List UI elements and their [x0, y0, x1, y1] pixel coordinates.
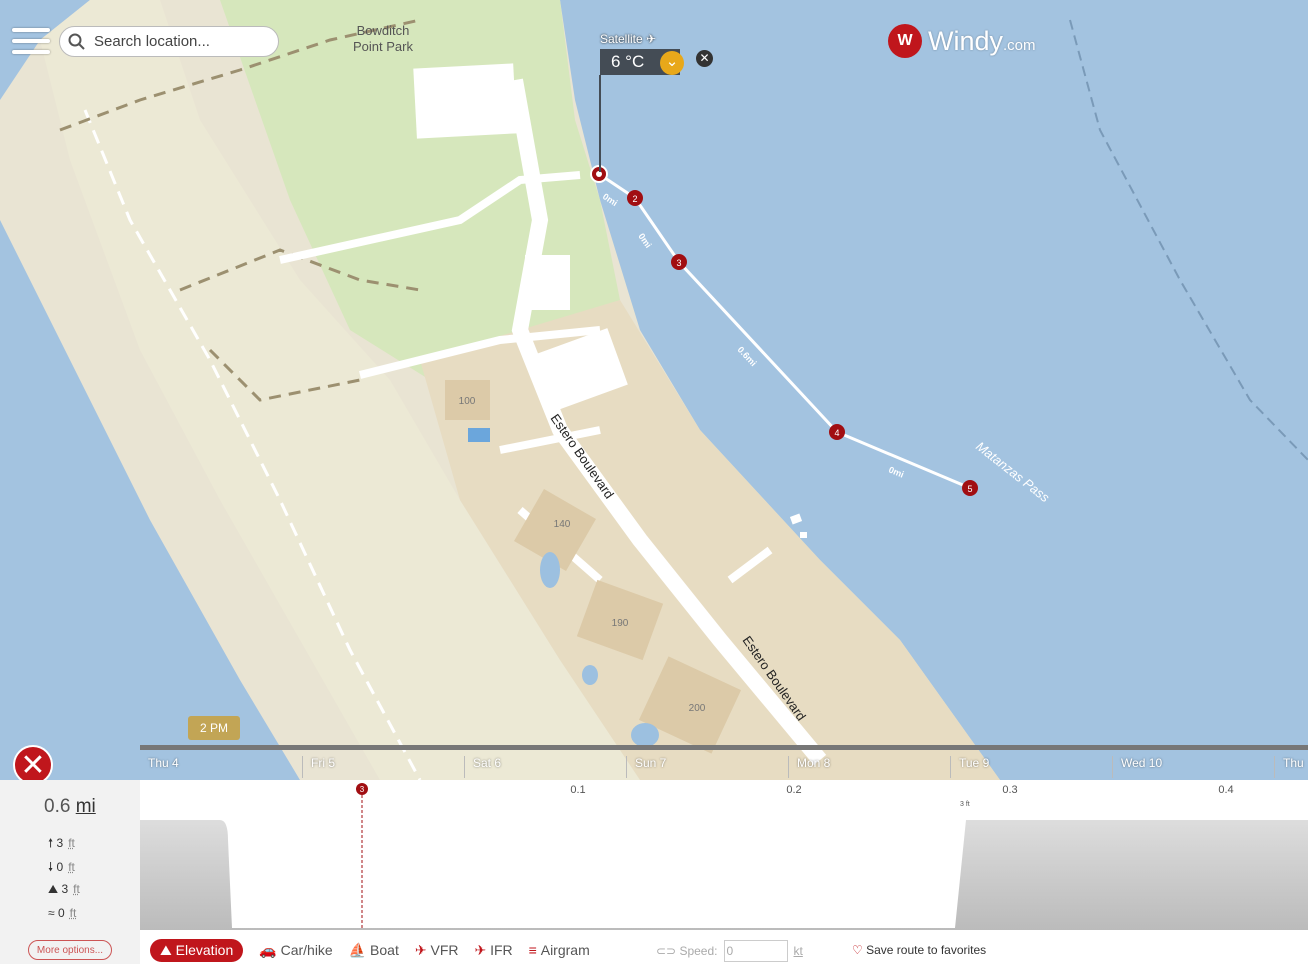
- waypoint-4[interactable]: 4: [829, 424, 845, 440]
- waypoint-3[interactable]: 3: [671, 254, 687, 270]
- route-distance: 0.6 mi: [44, 796, 96, 817]
- building: [525, 255, 570, 310]
- close-route-button[interactable]: ✕: [13, 745, 53, 785]
- svg-text:2: 2: [632, 194, 637, 204]
- tab-elevation[interactable]: ⛰ Elevation: [150, 938, 244, 962]
- close-icon[interactable]: ✕: [696, 50, 713, 67]
- elevation-profile[interactable]: 3 0.1 0.2 0.3 0.4 3 ft: [140, 780, 1308, 930]
- waypoint-5[interactable]: 5: [962, 480, 978, 496]
- distance-unit: mi: [75, 796, 96, 817]
- layer-label: Satellite ✈: [600, 32, 657, 46]
- tab-airgram[interactable]: ≡ Airgram: [529, 942, 590, 958]
- map[interactable]: Bowditch Point Park Estero Boulevard Est…: [0, 0, 1308, 780]
- x-tick: 0.3: [1002, 784, 1017, 796]
- speed-input[interactable]: [723, 940, 788, 962]
- building-number: 190: [612, 618, 629, 629]
- peak-label: 3 ft: [960, 801, 970, 808]
- search-icon: [68, 33, 85, 50]
- search-box[interactable]: [59, 26, 279, 57]
- arrow-down-icon: 🠗: [48, 860, 54, 874]
- svg-text:4: 4: [834, 428, 839, 438]
- mountain-icon: ⛰: [160, 941, 172, 958]
- arrow-up-icon: 🠕: [48, 836, 54, 850]
- pond: [582, 665, 598, 685]
- route-panel: 0.6 mi 🠕 3 ft 🠗 0 ft ⛰ 3 ft ≈ 0 ft More opti…: [0, 780, 1308, 964]
- x-tick: 0.4: [1218, 784, 1233, 796]
- airgram-icon: ≡: [528, 942, 537, 958]
- building-number: 140: [554, 519, 571, 530]
- marker: [800, 532, 807, 538]
- boat-icon: ⛵: [348, 941, 367, 958]
- logo-brand: Windy: [928, 25, 1004, 56]
- max-elevation-stat: ⛰ 3 ft: [48, 882, 80, 896]
- windy-logo[interactable]: W Windy.com: [888, 24, 1036, 58]
- speed-unit: kt: [793, 944, 803, 958]
- profile-marker-label: 3: [360, 785, 365, 794]
- elevation-area: [140, 820, 1308, 930]
- save-favorites-button[interactable]: ♡ Save route to favorites: [852, 943, 986, 957]
- ascent-stat: 🠕 3 ft: [48, 836, 75, 850]
- popup-pin: [599, 75, 601, 172]
- satellite-icon: ✈: [646, 32, 657, 46]
- timeline-day[interactable]: Wed 10: [1112, 756, 1162, 778]
- timeline-day[interactable]: Tue 9: [950, 756, 989, 778]
- park-label-line2: Point Park: [353, 39, 413, 54]
- logo-domain: .com: [1003, 36, 1036, 54]
- temperature-value: 6 °C: [611, 52, 645, 71]
- toggle-icon[interactable]: ⊂⊃: [656, 944, 676, 958]
- timeline[interactable]: Thu 4 Fri 5 Sat 6 Sun 7 Mon 8 Tue 9 Wed …: [140, 745, 1308, 779]
- mountain-icon: ⛰: [48, 882, 59, 896]
- menu-icon[interactable]: [12, 28, 50, 58]
- car-icon: 🚗: [259, 941, 277, 958]
- pond: [468, 428, 490, 442]
- descent-stat: 🠗 0 ft: [48, 860, 75, 874]
- park-label-line1: Bowditch: [357, 23, 410, 38]
- waypoint-2[interactable]: 2: [627, 190, 643, 206]
- building: [413, 63, 517, 139]
- wave-icon: ≈: [48, 906, 55, 920]
- heart-icon: ♡: [852, 943, 863, 957]
- svg-text:5: 5: [967, 484, 972, 494]
- timeline-day[interactable]: Thu: [1274, 756, 1304, 778]
- timeline-day[interactable]: Mon 8: [788, 756, 830, 778]
- timeline-day[interactable]: Fri 5: [302, 756, 335, 778]
- speed-label: Speed:: [679, 944, 718, 958]
- plane-icon: ✈: [474, 941, 487, 958]
- more-options-button[interactable]: More options...: [28, 940, 112, 960]
- speed-control: ⊂⊃ Speed: kt: [656, 940, 803, 962]
- x-tick: 0.1: [570, 784, 585, 796]
- min-elevation-stat: ≈ 0 ft: [48, 906, 77, 920]
- current-time-badge[interactable]: 2 PM: [188, 716, 240, 740]
- route-stats: 0.6 mi 🠕 3 ft 🠗 0 ft ⛰ 3 ft ≈ 0 ft More opti…: [0, 780, 140, 964]
- timeline-bar[interactable]: [140, 745, 1308, 750]
- search-input[interactable]: [92, 32, 276, 51]
- tab-ifr[interactable]: ✈ IFR: [474, 942, 512, 959]
- pond: [631, 723, 659, 747]
- building-number: 200: [689, 703, 706, 714]
- tab-vfr[interactable]: ✈ VFR: [415, 942, 459, 959]
- building-number: 100: [459, 396, 476, 407]
- helicopter-icon: ✈: [414, 941, 427, 958]
- pond: [540, 552, 560, 588]
- svg-text:3: 3: [676, 258, 681, 268]
- x-tick: 0.2: [786, 784, 801, 796]
- tab-car[interactable]: 🚗 Car/hike: [259, 942, 332, 959]
- windy-logo-icon: W: [888, 24, 922, 58]
- mode-tabs: ⛰ Elevation 🚗 Car/hike ⛵ Boat ✈ VFR ✈ IF…: [150, 937, 606, 963]
- chevron-down-icon[interactable]: ⌄: [660, 51, 684, 75]
- timeline-day[interactable]: Thu 4: [140, 756, 179, 778]
- tab-boat[interactable]: ⛵ Boat: [349, 942, 399, 959]
- timeline-day[interactable]: Sat 6: [464, 756, 501, 778]
- timeline-day[interactable]: Sun 7: [626, 756, 666, 778]
